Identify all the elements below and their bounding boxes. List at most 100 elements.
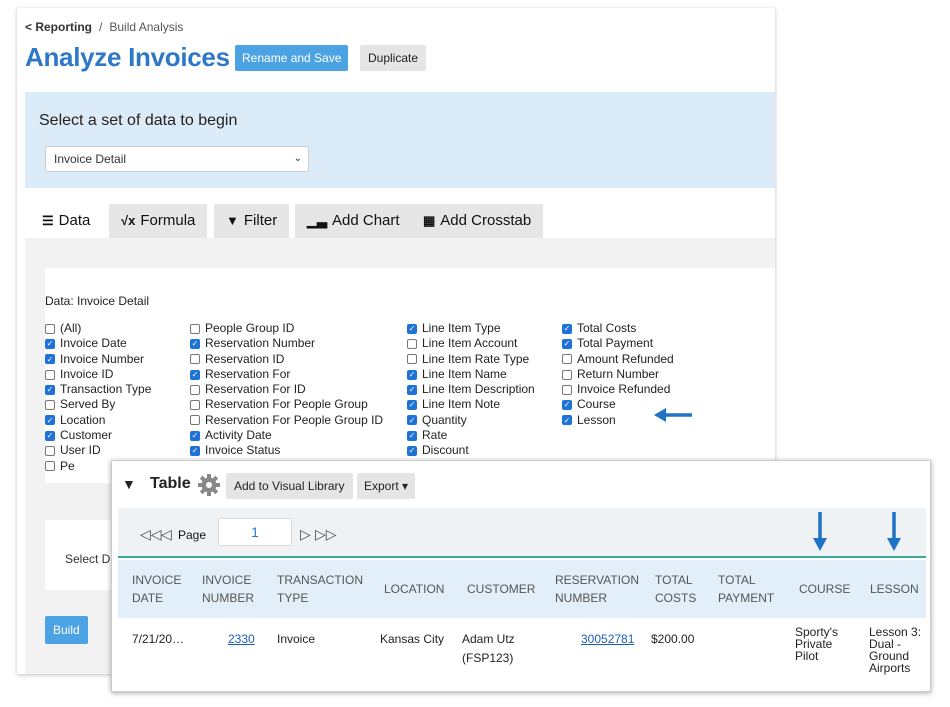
- field-checkbox-row[interactable]: Return Number: [562, 367, 674, 382]
- field-checkbox-row[interactable]: ✓ Line Item Description: [407, 382, 535, 397]
- field-checkbox-row[interactable]: ✓ Transaction Type: [45, 382, 151, 397]
- duplicate-button[interactable]: Duplicate: [360, 45, 427, 71]
- checkbox-unchecked[interactable]: [190, 384, 200, 395]
- checkbox-checked[interactable]: ✓: [407, 446, 417, 457]
- checkbox-unchecked[interactable]: [45, 369, 55, 380]
- tab-filter[interactable]: ▼ Filter: [214, 204, 290, 238]
- header-total-costs[interactable]: TOTAL COSTS: [655, 571, 696, 607]
- checkbox-checked[interactable]: ✓: [45, 338, 55, 349]
- field-checkbox-row[interactable]: ✓ Line Item Note: [407, 397, 535, 412]
- header-transaction-type[interactable]: TRANSACTION TYPE: [277, 571, 363, 607]
- checkbox-unchecked[interactable]: [45, 400, 55, 411]
- checkbox-checked[interactable]: ✓: [190, 430, 200, 441]
- header-invoice-date[interactable]: INVOICE DATE: [132, 571, 181, 607]
- header-total-payment[interactable]: TOTAL PAYMENT: [718, 571, 774, 607]
- field-checkbox-row[interactable]: ✓ Invoice Status: [190, 443, 383, 458]
- checkbox-unchecked[interactable]: [562, 384, 572, 395]
- tab-add-crosstab[interactable]: ▦ Add Crosstab: [411, 204, 544, 238]
- checkbox-unchecked[interactable]: [45, 446, 55, 457]
- checkbox-unchecked[interactable]: [562, 369, 572, 380]
- checkbox-checked[interactable]: ✓: [45, 415, 55, 426]
- checkbox-checked[interactable]: ✓: [407, 384, 417, 395]
- checkbox-checked[interactable]: ✓: [190, 338, 200, 349]
- checkbox-unchecked[interactable]: [190, 323, 200, 334]
- field-checkbox-row[interactable]: ✓ Rate: [407, 428, 535, 443]
- checkbox-checked[interactable]: ✓: [407, 415, 417, 426]
- checkbox-checked[interactable]: ✓: [407, 369, 417, 380]
- field-checkbox-row[interactable]: ✓ Customer: [45, 428, 151, 443]
- field-checkbox-row[interactable]: ✓ Total Costs: [562, 321, 674, 336]
- field-checkbox-row[interactable]: ✓ Invoice Date: [45, 336, 151, 351]
- field-label: Reservation ID: [205, 351, 285, 366]
- cell-reservation-number-link[interactable]: 30052781: [581, 632, 634, 647]
- tab-data[interactable]: ☰ Data: [30, 204, 103, 238]
- export-dropdown-button[interactable]: Export ▾: [357, 473, 416, 499]
- field-checkbox-row[interactable]: Reservation ID: [190, 352, 383, 367]
- checkbox-unchecked[interactable]: [190, 415, 200, 426]
- field-checkbox-row[interactable]: ✓ Reservation For: [190, 367, 383, 382]
- header-invoice-number[interactable]: INVOICE NUMBER: [202, 571, 254, 607]
- field-checkbox-row[interactable]: Line Item Rate Type: [407, 352, 535, 367]
- checkbox-unchecked[interactable]: [190, 354, 200, 365]
- checkbox-checked[interactable]: ✓: [190, 446, 200, 457]
- checkbox-checked[interactable]: ✓: [562, 323, 572, 334]
- breadcrumb-back-link[interactable]: < Reporting: [25, 20, 92, 34]
- field-checkbox-row[interactable]: ✓ Line Item Type: [407, 321, 535, 336]
- gear-icon[interactable]: [197, 473, 221, 497]
- checkbox-checked[interactable]: ✓: [407, 400, 417, 411]
- checkbox-checked[interactable]: ✓: [562, 415, 572, 426]
- build-button[interactable]: Build: [45, 616, 88, 644]
- next-page-icon[interactable]: ▷: [300, 526, 311, 543]
- header-lesson[interactable]: LESSON: [870, 580, 919, 598]
- field-checkbox-row[interactable]: Invoice Refunded: [562, 382, 674, 397]
- prev-page-icon[interactable]: ◁: [161, 526, 172, 543]
- tab-add-chart[interactable]: ▁▃ Add Chart: [295, 204, 412, 238]
- rename-and-save-button[interactable]: Rename and Save: [235, 45, 349, 71]
- field-checkbox-row[interactable]: ✓ Reservation Number: [190, 336, 383, 351]
- checkbox-checked[interactable]: ✓: [407, 323, 417, 334]
- checkbox-checked[interactable]: ✓: [190, 369, 200, 380]
- field-checkbox-row[interactable]: Line Item Account: [407, 336, 535, 351]
- checkbox-checked[interactable]: ✓: [562, 400, 572, 411]
- checkbox-checked[interactable]: ✓: [45, 430, 55, 441]
- header-course[interactable]: COURSE: [799, 580, 850, 598]
- field-checkbox-row[interactable]: ✓ Discount: [407, 443, 535, 458]
- cell-invoice-number-link[interactable]: 2330: [228, 632, 255, 647]
- add-to-visual-library-button[interactable]: Add to Visual Library: [226, 473, 353, 499]
- first-page-icon[interactable]: ◁◁: [140, 526, 162, 543]
- header-reservation-number[interactable]: RESERVATION NUMBER: [555, 571, 639, 607]
- cell-location: Kansas City: [380, 632, 445, 646]
- collapse-caret-icon[interactable]: ▼: [122, 476, 136, 492]
- checkbox-unchecked[interactable]: [45, 323, 55, 334]
- checkbox-checked[interactable]: ✓: [45, 354, 55, 365]
- field-checkbox-row[interactable]: Reservation For People Group ID: [190, 413, 383, 428]
- field-checkbox-row[interactable]: ✓ Line Item Name: [407, 367, 535, 382]
- checkbox-unchecked[interactable]: [407, 338, 417, 349]
- page-number-input[interactable]: 1: [218, 518, 292, 546]
- last-page-icon[interactable]: ▷▷: [315, 526, 337, 543]
- tab-formula[interactable]: √x Formula: [109, 204, 208, 238]
- header-customer[interactable]: CUSTOMER: [467, 580, 535, 598]
- field-checkbox-row[interactable]: People Group ID: [190, 321, 383, 336]
- header-location[interactable]: LOCATION: [384, 580, 444, 598]
- field-checkbox-row[interactable]: User ID: [45, 443, 151, 458]
- field-checkbox-row[interactable]: ✓ Location: [45, 413, 151, 428]
- checkbox-unchecked[interactable]: [190, 400, 200, 411]
- field-checkbox-row[interactable]: Served By: [45, 397, 151, 412]
- checkbox-unchecked[interactable]: [562, 354, 572, 365]
- field-checkbox-row[interactable]: ✓ Invoice Number: [45, 352, 151, 367]
- checkbox-checked[interactable]: ✓: [562, 338, 572, 349]
- field-checkbox-row[interactable]: ✓ Activity Date: [190, 428, 383, 443]
- field-checkbox-row[interactable]: Reservation For People Group: [190, 397, 383, 412]
- field-checkbox-row[interactable]: (All): [45, 321, 151, 336]
- field-checkbox-row[interactable]: ✓ Total Payment: [562, 336, 674, 351]
- field-checkbox-row[interactable]: ✓ Quantity: [407, 413, 535, 428]
- checkbox-unchecked[interactable]: [407, 354, 417, 365]
- checkbox-checked[interactable]: ✓: [407, 430, 417, 441]
- field-checkbox-row[interactable]: Invoice ID: [45, 367, 151, 382]
- field-checkbox-row[interactable]: Reservation For ID: [190, 382, 383, 397]
- dataset-select[interactable]: Invoice Detail ⌄: [45, 146, 309, 172]
- checkbox-checked[interactable]: ✓: [45, 384, 55, 395]
- checkbox-unchecked[interactable]: [45, 461, 55, 472]
- field-checkbox-row[interactable]: Amount Refunded: [562, 352, 674, 367]
